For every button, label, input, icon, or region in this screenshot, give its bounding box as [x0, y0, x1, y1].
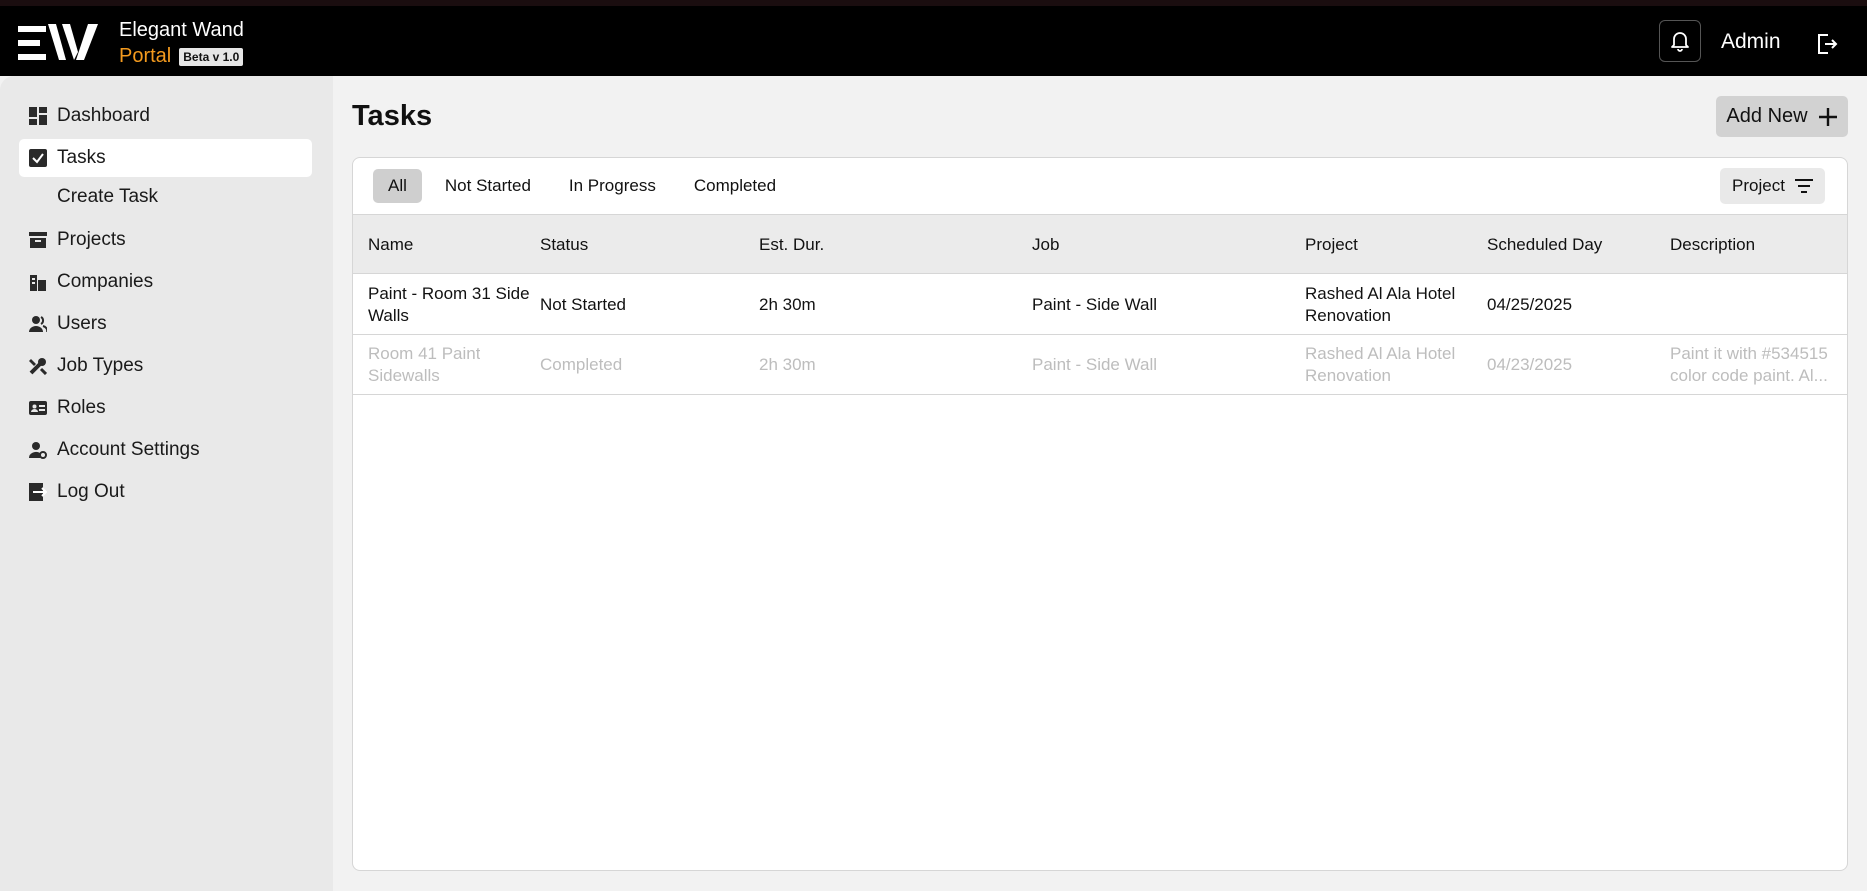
version-badge: Beta v 1.0	[179, 47, 244, 66]
sidebar-item-label: Companies	[57, 271, 154, 292]
cell-project: Rashed Al Ala Hotel Renovation	[1305, 275, 1480, 335]
column-header-name[interactable]: Name	[368, 235, 413, 255]
bell-icon	[1671, 32, 1689, 52]
sidebar-item-label: Job Types	[57, 355, 144, 376]
cell-description: Paint it with #534515 color code paint. …	[1670, 335, 1840, 395]
sidebar-item-dashboard[interactable]: Dashboard	[19, 97, 312, 135]
cell-name: Paint - Room 31 Side Walls	[368, 275, 538, 335]
cell-duration: 2h 30m	[759, 295, 816, 314]
cell-job: Paint - Side Wall	[1032, 355, 1158, 374]
sidebar-item-label: Log Out	[57, 481, 125, 502]
user-name[interactable]: Admin	[1721, 30, 1781, 54]
sidebar-item-label: Dashboard	[57, 105, 150, 126]
cell-description	[1670, 275, 1840, 335]
cell-scheduled-day: 04/25/2025	[1487, 295, 1573, 314]
plus-icon	[1818, 107, 1837, 126]
sidebar-item-log-out[interactable]: Log Out	[19, 473, 312, 511]
filter-completed[interactable]: Completed	[679, 169, 791, 203]
users-icon	[28, 314, 48, 334]
table-row[interactable]: Room 41 Paint Sidewalls Completed 2h 30m…	[353, 335, 1847, 395]
cell-project-line: Renovation	[1305, 366, 1392, 385]
filter-all[interactable]: All	[373, 169, 422, 203]
checkbox-icon	[28, 148, 48, 168]
brand-logo-icon[interactable]	[18, 20, 100, 66]
id-card-icon	[28, 398, 48, 418]
sidebar-item-label: Projects	[57, 229, 126, 250]
filter-in-progress[interactable]: In Progress	[554, 169, 671, 203]
sidebar-item-label: Users	[57, 313, 107, 334]
sidebar-item-tasks[interactable]: Tasks	[19, 139, 312, 177]
column-header-est-dur[interactable]: Est. Dur.	[759, 235, 824, 255]
table-header: Name Status Est. Dur. Job Project Schedu…	[353, 214, 1847, 274]
cell-project: Rashed Al Ala Hotel Renovation	[1305, 335, 1480, 395]
cell-name-line: Paint - Room 31 Side	[368, 284, 530, 303]
sidebar-item-companies[interactable]: Companies	[19, 263, 312, 301]
table-row[interactable]: Paint - Room 31 Side Walls Not Started 2…	[353, 275, 1847, 335]
column-header-description[interactable]: Description	[1670, 235, 1755, 255]
cell-description-line: color code paint. Al...	[1670, 366, 1828, 385]
sidebar-item-account-settings[interactable]: Account Settings	[19, 431, 312, 469]
project-filter-button[interactable]: Project	[1720, 168, 1825, 204]
sidebar-item-users[interactable]: Users	[19, 305, 312, 343]
sidebar-item-create-task[interactable]: Create Task	[57, 186, 158, 208]
sidebar-item-roles[interactable]: Roles	[19, 389, 312, 427]
column-header-scheduled-day[interactable]: Scheduled Day	[1487, 235, 1602, 255]
logout-icon	[28, 482, 48, 502]
cell-name-line: Room 41 Paint	[368, 344, 481, 363]
sidebar-item-label: Account Settings	[57, 439, 200, 460]
cell-name-line: Sidewalls	[368, 366, 440, 385]
sidebar-item-label: Tasks	[57, 147, 106, 168]
sidebar-item-label: Roles	[57, 397, 106, 418]
filter-icon	[1794, 179, 1813, 193]
cell-job: Paint - Side Wall	[1032, 295, 1158, 314]
cell-project-line: Rashed Al Ala Hotel	[1305, 284, 1456, 303]
tools-icon	[28, 356, 48, 376]
column-header-project[interactable]: Project	[1305, 235, 1358, 255]
cell-description-line: Paint it with #534515	[1670, 344, 1828, 363]
building-icon	[28, 272, 48, 292]
dashboard-icon	[28, 106, 48, 126]
cell-project-line: Rashed Al Ala Hotel	[1305, 344, 1456, 363]
notifications-button[interactable]	[1659, 20, 1701, 62]
cell-scheduled-day: 04/23/2025	[1487, 355, 1573, 374]
cell-name-line: Walls	[368, 306, 409, 325]
column-header-job[interactable]: Job	[1032, 235, 1059, 255]
status-filter-tabs: All Not Started In Progress Completed	[373, 169, 791, 203]
column-header-status[interactable]: Status	[540, 235, 588, 255]
sidebar-item-projects[interactable]: Projects	[19, 221, 312, 259]
add-new-button[interactable]: Add New	[1716, 96, 1848, 137]
top-bar: Elegant Wand Portal Beta v 1.0 Admin	[0, 0, 1867, 76]
cell-duration: 2h 30m	[759, 355, 816, 374]
user-settings-icon	[28, 440, 48, 460]
page-title: Tasks	[352, 100, 433, 132]
brand-subtitle: Portal Beta v 1.0	[119, 45, 244, 68]
brand-portal: Portal	[119, 45, 172, 67]
brand-name: Elegant Wand	[119, 19, 244, 41]
cell-name: Room 41 Paint Sidewalls	[368, 335, 538, 395]
cell-project-line: Renovation	[1305, 306, 1392, 325]
project-filter-label: Project	[1732, 176, 1785, 195]
sidebar: Dashboard Tasks Create Task Projects Com…	[0, 76, 333, 891]
archive-icon	[28, 230, 48, 250]
cell-status: Completed	[540, 355, 623, 374]
sidebar-item-job-types[interactable]: Job Types	[19, 347, 312, 385]
add-new-label: Add New	[1726, 105, 1808, 127]
cell-status: Not Started	[540, 295, 626, 314]
tasks-panel: All Not Started In Progress Completed Pr…	[352, 157, 1848, 871]
logout-icon[interactable]	[1815, 32, 1839, 56]
filter-not-started[interactable]: Not Started	[430, 169, 546, 203]
